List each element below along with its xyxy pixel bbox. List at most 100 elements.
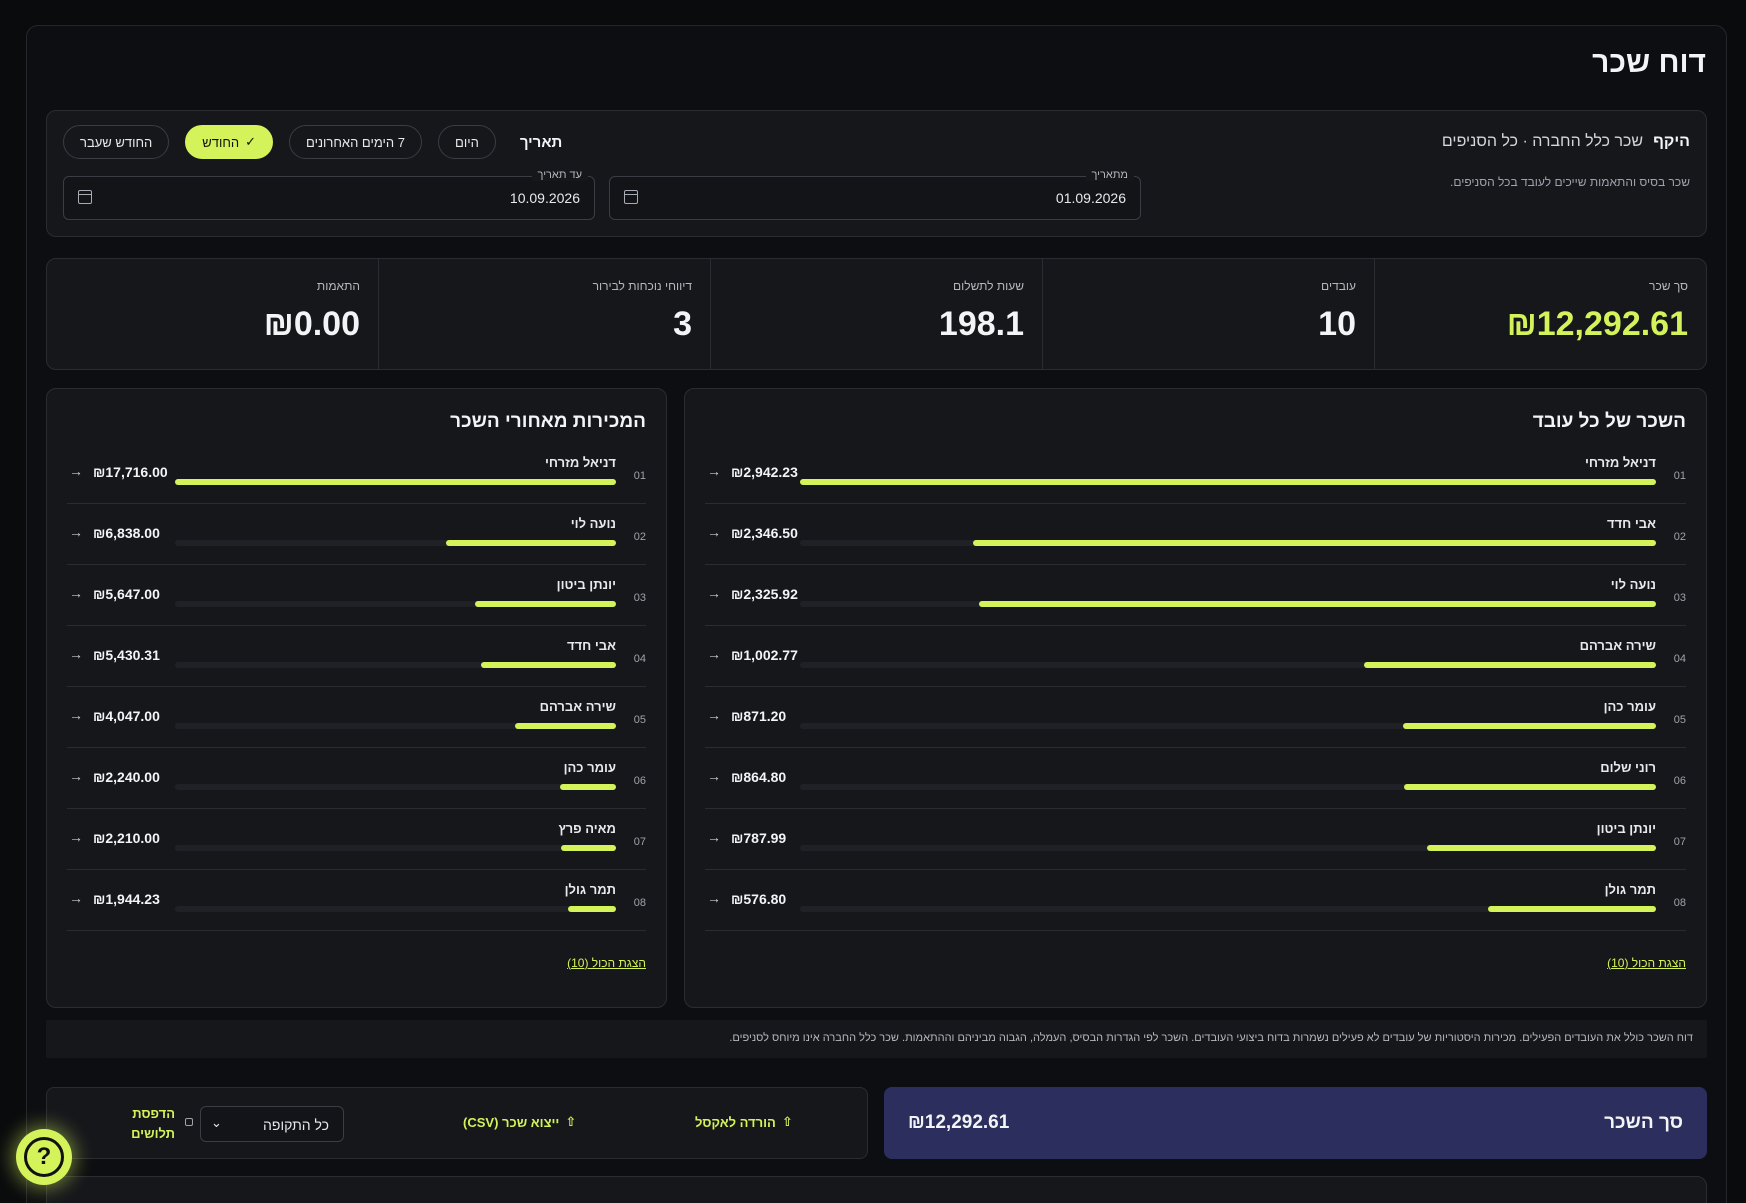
row-name: עומר כהן [563,760,616,775]
row-amount: ₪1,002.77 [731,647,798,663]
row-amount: ₪576.80 [731,891,787,907]
row-name: תמר גולן [564,882,616,897]
arrow-right-icon[interactable]: → [69,890,83,906]
arrow-right-icon[interactable]: → [69,829,83,845]
list-item[interactable]: 08 תמר גולן ₪576.80 → [705,870,1686,931]
arrow-right-icon[interactable]: → [707,524,721,540]
stat-label: דיווחי נוכחות לבירור [592,279,692,293]
arrow-right-icon[interactable]: → [707,768,721,784]
list-item[interactable]: 05 שירה אברהם ₪4,047.00 → [67,687,646,748]
scope-label: היקף [1653,133,1690,150]
row-bar-fill [475,601,616,607]
row-rank: 06 [633,775,646,787]
arrow-right-icon[interactable]: → [69,707,83,723]
preset-this-month-button[interactable]: ✓ החודש [185,125,274,159]
row-bar-track [175,784,616,790]
row-rank: 01 [1673,470,1686,482]
row-rank: 05 [633,714,646,726]
row-bar-fill [1402,723,1656,729]
row-name: יונתן ביטון [1596,821,1656,836]
row-amount: ₪2,210.00 [93,830,160,846]
row-bar-fill [973,540,1656,546]
list-item[interactable]: 06 רוני שלום ₪864.80 → [705,748,1686,809]
export-excel-button[interactable]: ⇧ הורדה לאקסל [695,1114,793,1130]
row-bar-track [800,601,1656,607]
arrow-right-icon[interactable]: → [707,890,721,906]
row-rank: 03 [633,592,646,604]
arrow-right-icon[interactable]: → [707,707,721,723]
employee-pay-show-all-link[interactable]: הצגת הכול (10) [1607,956,1686,970]
stat-value: 3 [673,305,692,343]
row-amount: ₪6,838.00 [93,525,160,541]
list-item[interactable]: 07 יונתן ביטון ₪787.99 → [705,809,1686,870]
row-name: שירה אברהם [1579,638,1656,653]
total-pay-card: סך השכר ₪12,292.61 [884,1087,1707,1159]
list-item[interactable]: 01 דניאל מזרחי ₪17,716.00 → [67,443,646,504]
row-bar-track [800,784,1656,790]
row-bar-fill [979,601,1656,607]
stat-value: 198.1 [938,305,1024,343]
arrow-right-icon[interactable]: → [69,585,83,601]
sales-show-all-link[interactable]: הצגת הכול (10) [567,956,646,970]
list-item[interactable]: 07 מאיה פרץ ₪2,210.00 → [67,809,646,870]
print-payslips-button[interactable]: הדפסת תלושים [110,1104,175,1144]
row-name: נועה לוי [570,516,616,531]
row-rank: 07 [633,836,646,848]
list-item[interactable]: 04 שירה אברהם ₪1,002.77 → [705,626,1686,687]
row-bar-track [175,601,616,607]
list-item[interactable]: 03 נועה לוי ₪2,325.92 → [705,565,1686,626]
export-excel-label: הורדה לאקסל [695,1114,776,1130]
arrow-right-icon[interactable]: → [69,646,83,662]
row-bar-track [800,723,1656,729]
from-date-legend: מתאריך [1085,169,1134,181]
list-item[interactable]: 05 עומר כהן ₪871.20 → [705,687,1686,748]
arrow-right-icon[interactable]: → [69,524,83,540]
list-item[interactable]: 06 עומר כהן ₪2,240.00 → [67,748,646,809]
preset-this-month-label: החודש [202,134,240,150]
arrow-right-icon[interactable]: → [707,463,721,479]
stat-label: סך שכר [1649,279,1688,293]
list-item[interactable]: 08 תמר גולן ₪1,944.23 → [67,870,646,931]
row-name: תמר גולן [1604,882,1656,897]
calendar-icon[interactable] [78,190,92,204]
row-name: מאיה פרץ [558,821,617,836]
row-amount: ₪787.99 [731,830,787,846]
calendar-icon[interactable] [624,190,638,204]
list-item[interactable]: 04 אבי חדד ₪5,430.31 → [67,626,646,687]
row-amount: ₪2,240.00 [93,769,160,785]
list-item[interactable]: 02 אבי חדד ₪2,346.50 → [705,504,1686,565]
row-bar-fill [1404,784,1656,790]
preset-last-7-days-button[interactable]: 7 הימים האחרונים [289,125,422,159]
export-csv-button[interactable]: ⇧ ייצוא שכר (CSV) [463,1114,576,1130]
to-date-field[interactable]: עד תאריך 10.09.2026 [63,169,595,220]
from-date-field[interactable]: מתאריך 01.09.2026 [609,169,1141,220]
arrow-right-icon[interactable]: → [707,829,721,845]
bottom-card [46,1176,1707,1203]
filter-card: היקף שכר כלל החברה · כל הסניפים שכר בסיס… [46,110,1707,237]
list-item[interactable]: 02 נועה לוי ₪6,838.00 → [67,504,646,565]
row-amount: ₪4,047.00 [93,708,160,724]
row-bar-fill [567,906,616,912]
arrow-right-icon[interactable]: → [707,646,721,662]
stat-employees: עובדים 10 [1042,259,1374,369]
export-csv-label: ייצוא שכר (CSV) [463,1114,560,1130]
help-button[interactable]: ? [16,1129,72,1185]
stat-total-pay: סך שכר ₪12,292.61 [1374,259,1706,369]
preset-last-month-button[interactable]: החודש שעבר [63,125,170,159]
arrow-right-icon[interactable]: → [69,463,83,479]
arrow-right-icon[interactable]: → [69,768,83,784]
total-pay-label: סך השכר [1604,1112,1683,1133]
to-date-value: 10.09.2026 [509,190,580,206]
row-rank: 07 [1673,836,1686,848]
row-rank: 08 [633,897,646,909]
row-amount: ₪871.20 [731,708,787,724]
list-item[interactable]: 03 יונתן ביטון ₪5,647.00 → [67,565,646,626]
list-item[interactable]: 01 דניאל מזרחי ₪2,942.23 → [705,443,1686,504]
preset-today-button[interactable]: היום [438,125,496,159]
row-bar-fill [561,845,616,851]
row-rank: 02 [1673,531,1686,543]
period-select[interactable]: כל התקופה ⌄ [200,1106,344,1142]
arrow-right-icon[interactable]: → [707,585,721,601]
stat-label: התאמות [316,279,360,293]
sales-behind-pay-title: המכירות מאחורי השכר [450,411,646,432]
